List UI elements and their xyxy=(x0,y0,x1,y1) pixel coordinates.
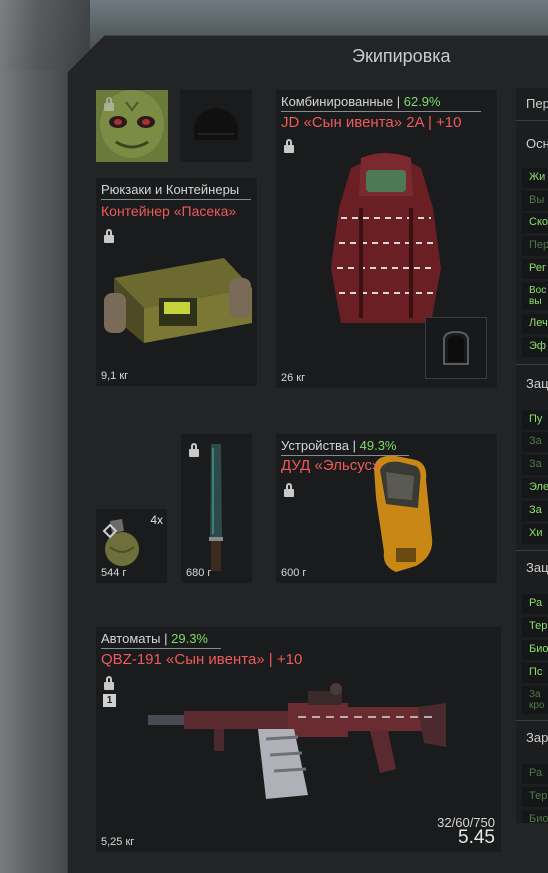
helmet-slot[interactable] xyxy=(180,90,252,162)
rifle-image xyxy=(148,683,446,799)
backpack-slot[interactable]: Рюкзаки и Контейнеры Контейнер «Пасека» … xyxy=(96,178,257,386)
grenade-slot[interactable]: 4x 544 г xyxy=(96,509,167,583)
device-weight: 600 г xyxy=(281,567,307,579)
stats-panel: Пер Осн Жи Вы Ско Пер Рег Вос вы Леч Эф … xyxy=(516,88,548,823)
device-name: ДУД «Эльсус» xyxy=(281,457,381,474)
lock-icon xyxy=(104,676,114,691)
weapon-slot-number: 1 xyxy=(103,694,116,707)
container-image xyxy=(104,258,252,343)
stat-row: За xyxy=(522,432,548,452)
weapon-name: QBZ-191 «Сын ивента» | +10 xyxy=(101,651,303,668)
device-slot[interactable]: Устройства | 49.3% ДУД «Эльсус» 600 г xyxy=(276,434,497,583)
panel-title: Экипировка xyxy=(352,46,451,66)
stat-row: За кро xyxy=(522,686,548,714)
armor-weight: 26 кг xyxy=(281,372,306,384)
backpack-category: Рюкзаки и Контейнеры xyxy=(101,182,240,197)
armor-durability: 62.9% xyxy=(403,94,441,109)
helmet-placeholder-icon xyxy=(194,108,238,140)
weapon-caliber: 5.45 xyxy=(458,827,495,848)
stat-row: Жи xyxy=(522,168,548,188)
stats-header-1: Пер xyxy=(526,96,548,111)
stats-header-5: Зар xyxy=(526,730,548,745)
weapon-weight: 5,25 кг xyxy=(101,836,135,848)
stat-row: Эф xyxy=(522,337,548,357)
melee-weight: 680 г xyxy=(186,567,212,579)
stat-row: Пу xyxy=(522,410,548,430)
stat-row: Тер xyxy=(522,617,548,637)
armor-category: Комбинированные xyxy=(281,94,394,109)
backpack-name: Контейнер «Пасека» xyxy=(101,203,237,219)
container-subslot[interactable] xyxy=(425,317,487,379)
face-slot[interactable] xyxy=(96,90,168,162)
stat-row: Вы xyxy=(522,191,548,211)
container-placeholder-icon xyxy=(443,330,469,365)
grenade-weight: 544 г xyxy=(101,567,127,579)
stat-row: За xyxy=(522,455,548,475)
stat-row: Пер xyxy=(522,236,548,256)
device-category: Устройства xyxy=(281,438,350,453)
grenade-image xyxy=(102,519,139,566)
stats-header-2: Осн xyxy=(526,136,548,151)
stat-row: Вос вы xyxy=(522,282,548,310)
stat-row: Ра xyxy=(522,764,548,784)
melee-slot[interactable]: 680 г xyxy=(181,434,252,583)
lock-icon xyxy=(104,97,114,112)
lock-icon xyxy=(284,483,294,498)
armor-name: JD «Сын ивента» 2A | +10 xyxy=(281,114,462,131)
stat-row: Хи xyxy=(522,524,548,544)
weapon-category: Автоматы xyxy=(101,631,161,646)
lock-icon xyxy=(284,139,294,154)
machete-image xyxy=(209,444,223,571)
lock-icon xyxy=(104,229,114,244)
stats-header-3: Зац xyxy=(526,376,548,391)
weapon-durability: 29.3% xyxy=(171,631,208,646)
stat-row: Био xyxy=(522,640,548,660)
stat-row: Тер xyxy=(522,787,548,807)
stat-row: Рег xyxy=(522,259,548,279)
stats-header-4: Зац xyxy=(526,560,548,575)
backpack-weight: 9,1 кг xyxy=(101,370,129,382)
stat-row: Эле xyxy=(522,478,548,498)
armor-suit-image xyxy=(331,153,441,323)
grenade-count: 4x xyxy=(150,513,163,527)
weapon-slot[interactable]: Автоматы | 29.3% QBZ-191 «Сын ивента» | … xyxy=(96,627,501,852)
stat-row: Ско xyxy=(522,213,548,233)
stat-row: Пс xyxy=(522,663,548,683)
stat-row: Био xyxy=(522,810,548,823)
stat-row: За xyxy=(522,501,548,521)
stat-row: Леч xyxy=(522,314,548,334)
armor-slot[interactable]: Комбинированные | 62.9% JD «Сын ивента» … xyxy=(276,90,497,388)
stat-row: Ра xyxy=(522,594,548,614)
